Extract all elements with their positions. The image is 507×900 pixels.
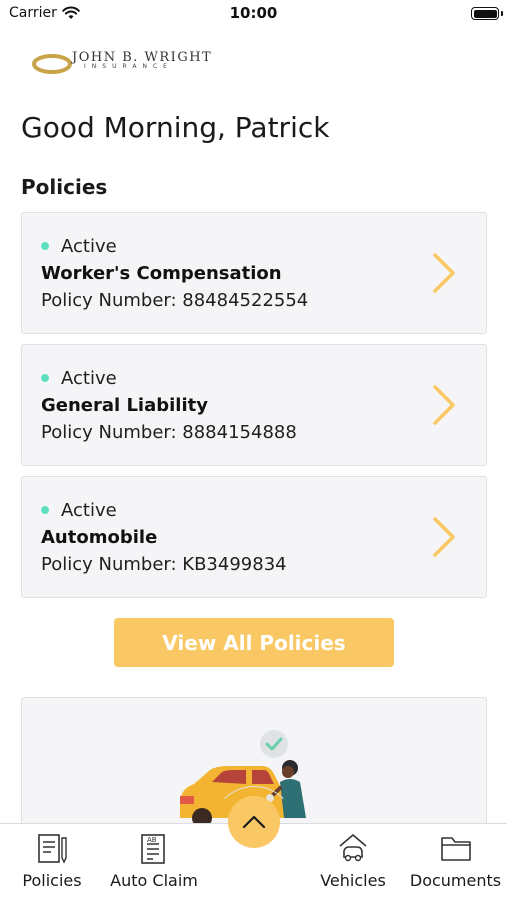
policy-status: Active <box>61 368 117 389</box>
policy-name: General Liability <box>41 395 208 416</box>
document-pen-icon <box>38 834 67 864</box>
policy-status: Active <box>61 500 117 521</box>
policy-card-automobile[interactable]: Active Automobile Policy Number: KB34998… <box>21 476 487 598</box>
policy-card-general-liability[interactable]: Active General Liability Policy Number: … <box>21 344 487 466</box>
battery-icon <box>471 7 499 20</box>
car-house-icon <box>339 834 367 862</box>
tab-vehicles[interactable]: Vehicles <box>310 824 396 900</box>
chevron-up-icon <box>242 815 266 829</box>
company-logo: JOHN B. WRIGHT INSURANCE <box>32 50 237 76</box>
policy-number: Policy Number: 88484522554 <box>41 290 309 311</box>
logo-swoosh-icon <box>32 54 72 74</box>
greeting: Good Morning, Patrick <box>21 111 330 144</box>
tab-label: Documents <box>409 871 502 890</box>
status-dot-icon <box>41 242 49 250</box>
policy-number: Policy Number: 8884154888 <box>41 422 297 443</box>
svg-text:AB: AB <box>147 836 157 844</box>
policy-status: Active <box>61 236 117 257</box>
view-all-policies-button[interactable]: View All Policies <box>114 618 394 667</box>
status-dot-icon <box>41 374 49 382</box>
clock: 10:00 <box>229 4 278 22</box>
expand-menu-button[interactable] <box>228 796 280 848</box>
policy-name: Automobile <box>41 527 158 548</box>
tab-documents[interactable]: Documents <box>406 824 505 900</box>
tab-label: Vehicles <box>320 871 386 890</box>
tab-policies[interactable]: Policies <box>12 824 92 900</box>
policy-card-workers-comp[interactable]: Active Worker's Compensation Policy Numb… <box>21 212 487 334</box>
status-bar: Carrier 10:00 <box>0 0 507 30</box>
folder-icon <box>440 837 471 861</box>
chevron-right-icon <box>433 253 455 293</box>
chevron-right-icon <box>433 385 455 425</box>
policies-section-title: Policies <box>21 175 108 199</box>
tab-label: Policies <box>22 871 82 890</box>
policy-name: Worker's Compensation <box>41 263 282 284</box>
chevron-right-icon <box>433 517 455 557</box>
tab-label: Auto Claim <box>110 871 198 890</box>
status-dot-icon <box>41 506 49 514</box>
logo-subtitle: INSURANCE <box>84 63 173 70</box>
policy-number: Policy Number: KB3499834 <box>41 554 287 575</box>
tab-auto-claim[interactable]: AB Auto Claim <box>104 824 204 900</box>
claim-form-icon: AB <box>141 834 165 864</box>
